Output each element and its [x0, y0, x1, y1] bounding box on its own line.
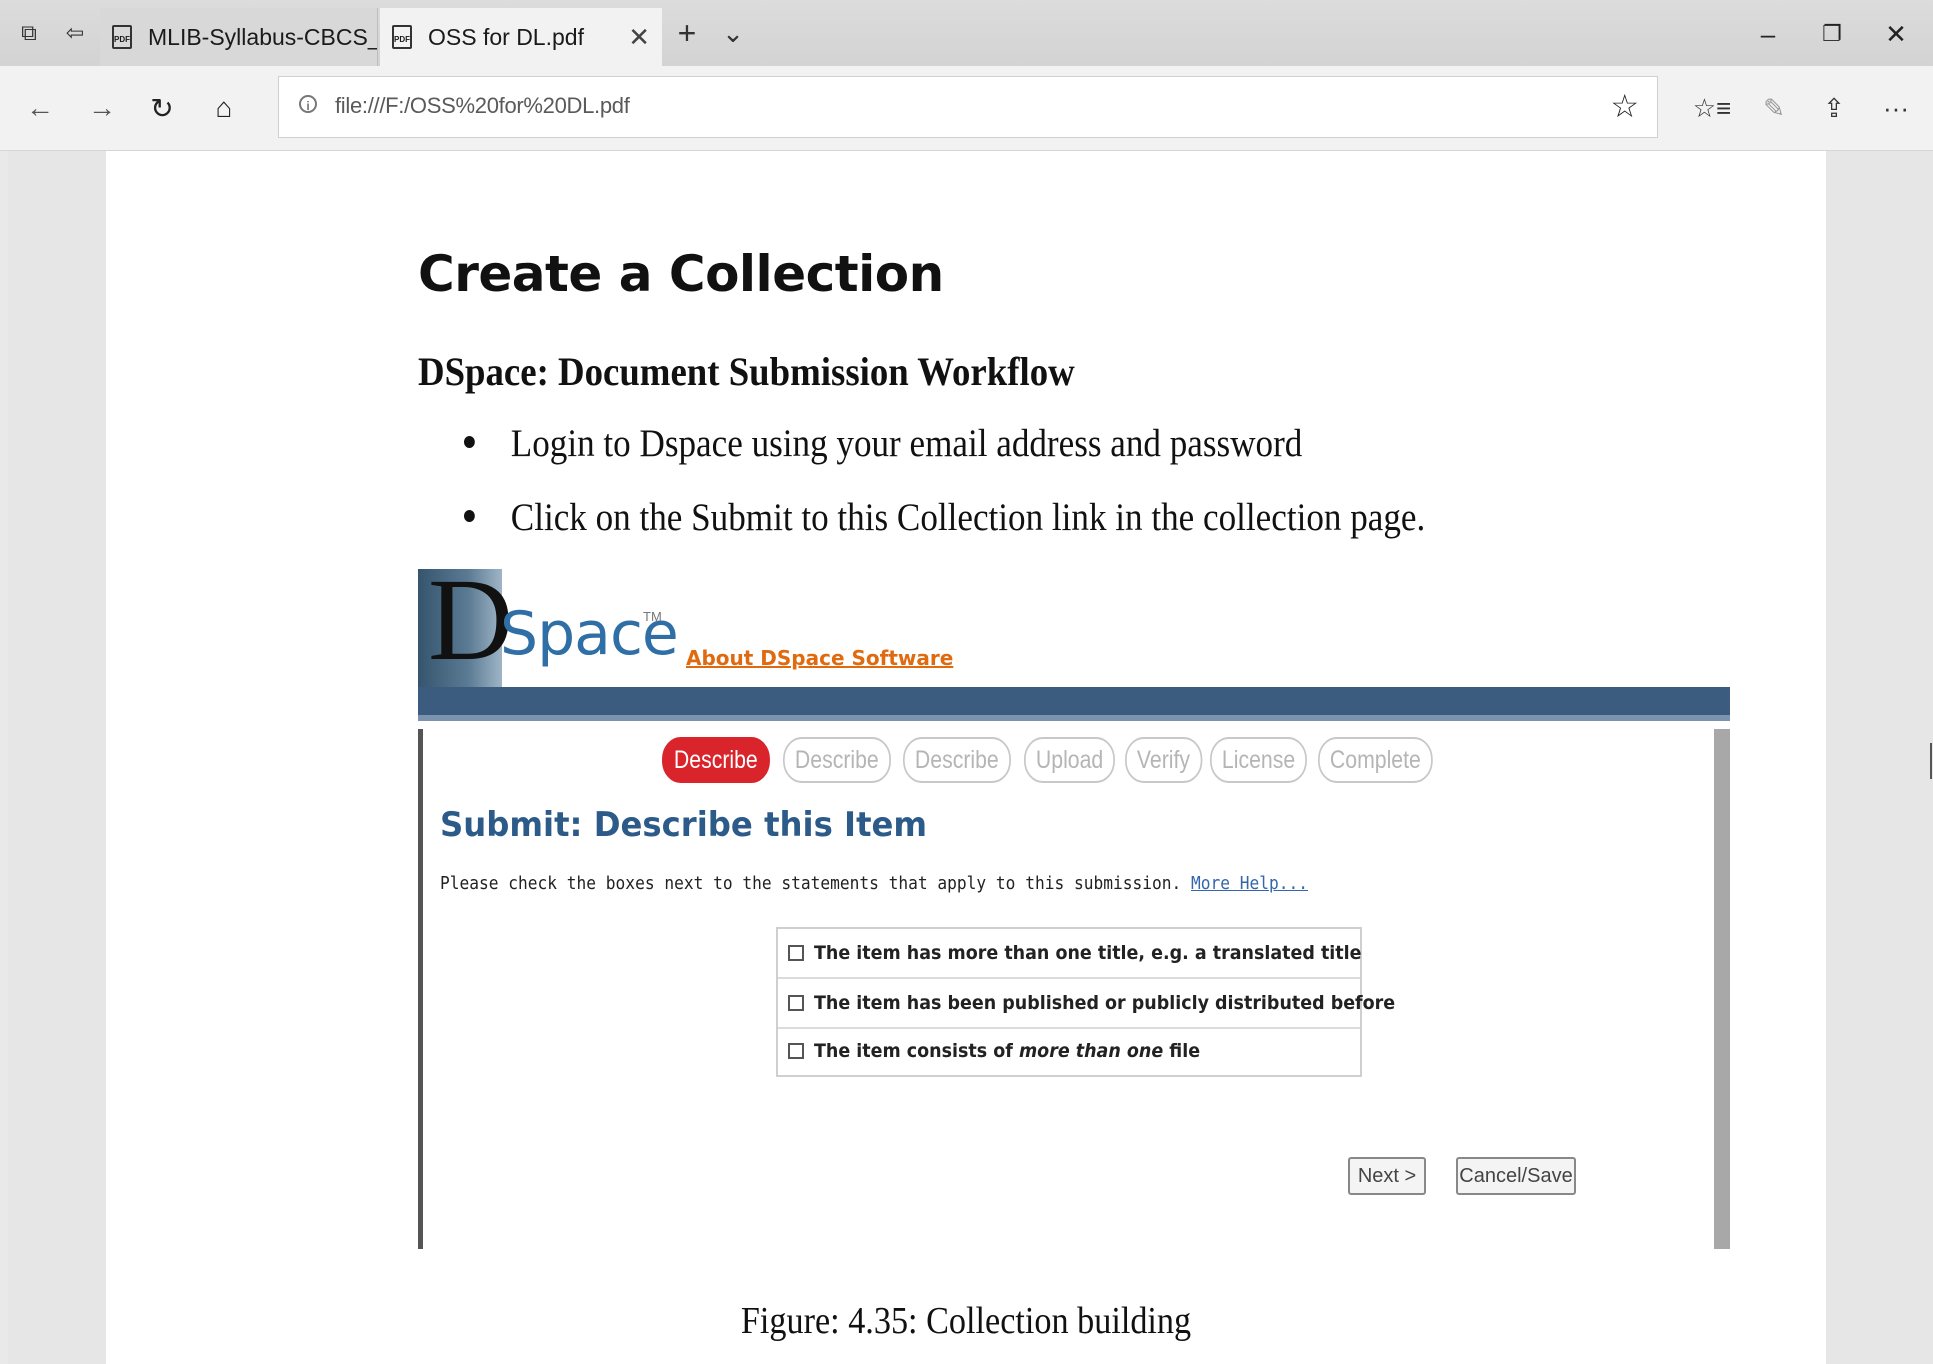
- bullet-dot: [464, 436, 475, 448]
- submission-progress-steps: Describe Describe Describe Upload Verify…: [662, 737, 1447, 783]
- tab-mlib-syllabus[interactable]: PDF MLIB-Syllabus-CBCS_2018-1: [100, 8, 378, 66]
- next-button[interactable]: Next >: [1348, 1157, 1426, 1195]
- favorite-star-icon[interactable]: ☆: [1610, 87, 1639, 125]
- url-text[interactable]: file:///F:/OSS%20for%20DL.pdf: [335, 93, 630, 119]
- step-verify[interactable]: Verify: [1125, 737, 1203, 783]
- step-upload[interactable]: Upload: [1023, 737, 1116, 783]
- bullet-item: Click on the Submit to this Collection l…: [464, 495, 1425, 540]
- step-describe-1[interactable]: Describe: [662, 737, 770, 783]
- restore-button[interactable]: ❐: [1812, 14, 1852, 54]
- checkbox-label: The item has more than one title, e.g. a…: [814, 942, 1362, 964]
- step-complete[interactable]: Complete: [1317, 737, 1433, 783]
- tab-close-icon[interactable]: ✕: [628, 22, 650, 53]
- tab-bar: ⧉ ⇦ PDF MLIB-Syllabus-CBCS_2018-1 PDF OS…: [0, 0, 1933, 66]
- info-icon[interactable]: i: [299, 95, 317, 113]
- checkbox-row[interactable]: The item has been published or publicly …: [778, 979, 1395, 1029]
- home-button[interactable]: ⌂: [202, 86, 246, 130]
- instruction-body: Please check the boxes next to the state…: [440, 873, 1182, 894]
- pdf-icon: PDF: [112, 25, 132, 49]
- checkbox-label: The item has been published or publicly …: [814, 992, 1396, 1014]
- tab-title: OSS for DL.pdf: [428, 23, 584, 50]
- page-title: Create a Collection: [418, 245, 944, 303]
- pdf-viewer[interactable]: Create a Collection DSpace: Document Sub…: [8, 151, 1933, 1364]
- checkbox-label: The item consists of more than one file: [814, 1040, 1200, 1062]
- forward-button[interactable]: →: [80, 86, 124, 130]
- trademark-mark: TM: [643, 609, 662, 624]
- tab-oss-for-dl[interactable]: PDF OSS for DL.pdf ✕: [380, 8, 662, 66]
- label-post: file: [1163, 1040, 1201, 1062]
- new-tab-button[interactable]: +: [670, 15, 704, 51]
- label-emphasis: more than one: [1018, 1040, 1164, 1062]
- step-describe-3[interactable]: Describe: [903, 737, 1011, 783]
- bullet-text: Click on the Submit to this Collection l…: [510, 496, 1426, 539]
- bullet-dot: [464, 510, 475, 522]
- pdf-page: Create a Collection DSpace: Document Sub…: [106, 151, 1826, 1364]
- tab-manager-icon[interactable]: ⧉: [12, 16, 46, 50]
- bullet-item: Login to Dspace using your email address…: [464, 421, 1302, 466]
- header-band-accent: [418, 715, 1730, 721]
- checkbox[interactable]: [788, 945, 804, 961]
- step-license[interactable]: License: [1209, 737, 1307, 783]
- step-describe-2[interactable]: Describe: [782, 737, 891, 783]
- refresh-button[interactable]: ↻: [140, 86, 184, 130]
- dspace-logo-block: D: [418, 569, 513, 687]
- header-band: [418, 687, 1730, 715]
- frame-right-scrollbar: [1714, 729, 1730, 1249]
- pdf-icon: PDF: [392, 25, 412, 49]
- more-help-link[interactable]: More Help...: [1191, 873, 1308, 894]
- checkbox[interactable]: [788, 1043, 804, 1059]
- instruction-text: Please check the boxes next to the state…: [440, 873, 1308, 894]
- more-menu-icon[interactable]: ···: [1874, 86, 1918, 130]
- statement-checkbox-group: The item has more than one title, e.g. a…: [776, 927, 1395, 1077]
- checkbox-row[interactable]: The item has more than one title, e.g. a…: [778, 929, 1362, 979]
- notes-pen-icon[interactable]: ✎: [1752, 86, 1796, 130]
- minimize-button[interactable]: –: [1748, 14, 1788, 54]
- share-icon[interactable]: ⇪: [1812, 86, 1856, 130]
- frame-left-border: [418, 729, 423, 1249]
- back-button[interactable]: ←: [18, 86, 62, 130]
- bullet-text: Login to Dspace using your email address…: [510, 422, 1303, 465]
- tab-list-chevron-icon[interactable]: ⌄: [716, 16, 750, 50]
- page-subtitle: DSpace: Document Submission Workflow: [418, 349, 1075, 394]
- set-tabs-aside-icon[interactable]: ⇦: [58, 16, 92, 50]
- checkbox-row[interactable]: The item consists of more than one file: [778, 1027, 1360, 1075]
- dspace-screenshot-figure: D Space TM About DSpace Software Describ…: [418, 569, 1730, 1249]
- favorites-list-icon[interactable]: ☆≡: [1690, 86, 1734, 130]
- close-window-button[interactable]: ✕: [1876, 14, 1916, 54]
- figure-caption: Figure: 4.35: Collection building: [740, 1300, 1192, 1342]
- address-bar[interactable]: i file:///F:/OSS%20for%20DL.pdf ☆: [278, 76, 1658, 138]
- checkbox[interactable]: [788, 995, 804, 1011]
- cancel-save-button[interactable]: Cancel/Save: [1456, 1157, 1576, 1195]
- label-pre: The item consists of: [814, 1040, 1019, 1062]
- scrollbar-thumb[interactable]: [1930, 743, 1932, 779]
- about-dspace-link[interactable]: About DSpace Software: [686, 646, 953, 670]
- address-toolbar: ← → ↻ ⌂ i file:///F:/OSS%20for%20DL.pdf …: [0, 66, 1933, 151]
- submit-heading: Submit: Describe this Item: [440, 805, 928, 845]
- tab-title: MLIB-Syllabus-CBCS_2018-1: [148, 23, 377, 50]
